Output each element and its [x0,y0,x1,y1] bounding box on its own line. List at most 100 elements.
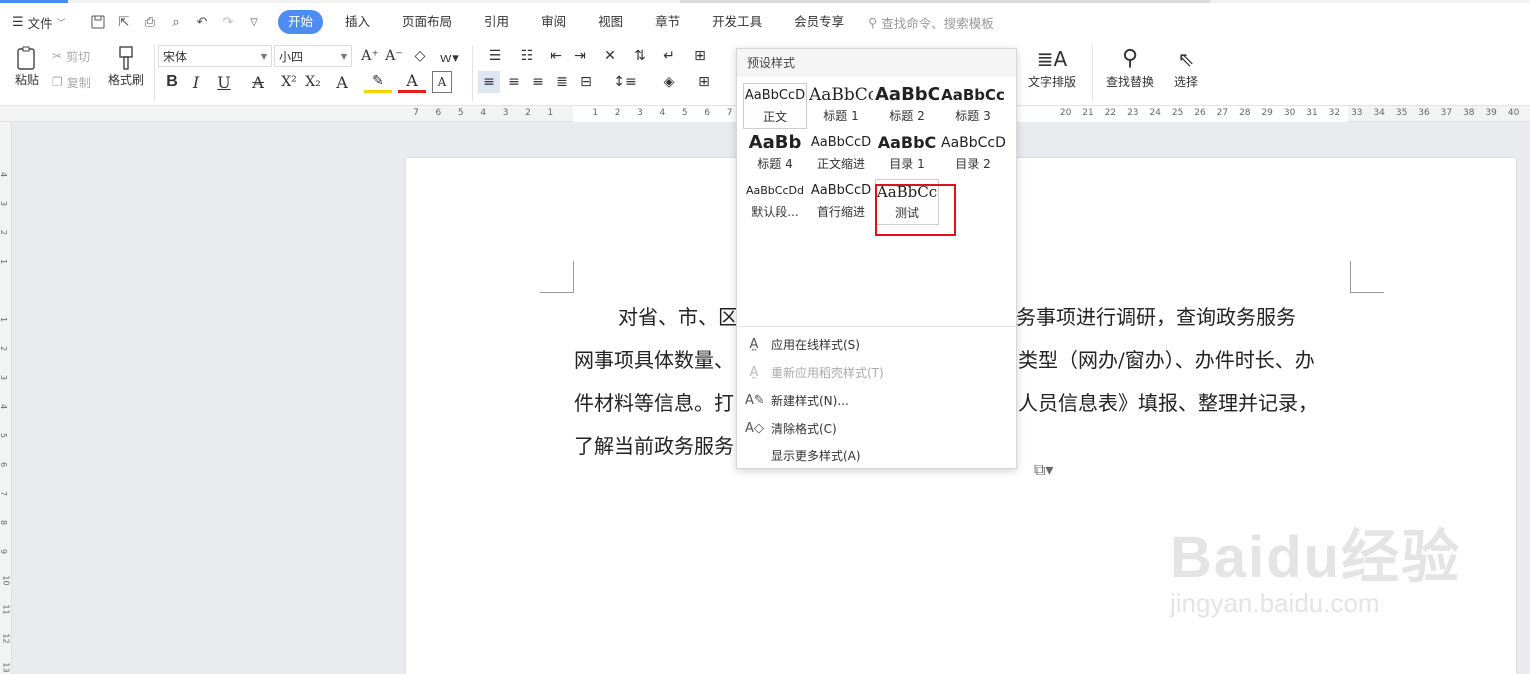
show-more-styles-item[interactable]: 显示更多样式(A) [745,444,861,466]
superscript-icon[interactable]: X² [278,71,300,93]
line-spacing-icon[interactable]: ↕≡ [610,71,640,93]
ruler-tick-label: 6 [704,108,711,118]
style-preview: AaBbCc [809,85,873,105]
tab-review[interactable]: 审阅 [525,10,582,34]
italic-icon[interactable]: I [186,71,206,93]
style-item-default-paragraph[interactable]: AaBbCcDd 默认段... [743,179,807,225]
highlight-color-icon[interactable]: ✎ [364,71,392,93]
vertical-ruler-tick-label: 1 [0,317,8,322]
cut-button[interactable]: ✂ 剪切 [52,47,90,65]
numbered-list-icon[interactable]: ☷ [512,45,542,67]
tab-page-layout[interactable]: 页面布局 [386,10,468,34]
style-item-body-indent[interactable]: AaBbCcD 正文缩进 [809,131,873,177]
tab-references[interactable]: 引用 [468,10,525,34]
redo-icon[interactable]: ↷ [218,12,238,32]
style-item-heading-2[interactable]: AaBbC 标题 2 [875,83,939,129]
style-item-first-line-indent[interactable]: AaBbCcD 首行缩进 [809,179,873,225]
scissors-icon: ✂ [52,49,63,63]
style-preview: AaBbC [877,133,937,152]
brush-icon [119,46,133,70]
decrease-indent-icon[interactable]: ⇤ [546,45,566,67]
new-style-item[interactable]: A✎ 新建样式(N)... [745,389,849,411]
style-item-body[interactable]: AaBbCcD 正文 [743,83,807,129]
style-name: 标题 3 [955,109,991,123]
clear-format-item[interactable]: A◇ 清除格式(C) [745,417,837,439]
tab-section[interactable]: 章节 [639,10,696,34]
distributed-align-icon[interactable]: ⊟ [576,71,596,93]
tab-member[interactable]: 会员专享 [778,10,860,34]
align-right-icon[interactable]: ≡ [528,71,548,93]
eraser-icon[interactable]: ◇ [410,45,430,67]
text-effect-icon[interactable]: A [328,71,356,93]
command-search[interactable]: ⚲ 查找命令、搜索模板 [868,13,994,32]
font-name-value: 宋体 [163,49,188,64]
font-size-select[interactable]: 小四 ▼ [274,45,352,67]
divider [472,45,473,101]
shrink-font-icon[interactable]: A⁻ [384,45,404,67]
select-label: 选择 [1173,75,1198,89]
align-center-icon[interactable]: ≡ [504,71,524,93]
style-preview: AaBb [748,132,802,153]
file-menu[interactable]: ☰ 文件 ﹀ [0,3,80,41]
chinese-layout-icon[interactable]: ✕ [596,45,624,67]
vertical-ruler-tick-label: 13 [1,662,11,673]
vertical-ruler-tick-label: 6 [0,462,8,467]
ruler-tick-label: 28 [1239,108,1251,118]
bold-icon[interactable]: B [162,71,182,93]
paste-options-icon[interactable]: ⧉▾ [1034,460,1053,480]
undo-icon[interactable]: ↶ [192,12,212,32]
vertical-ruler-tick-label: 4 [0,172,8,177]
pinyin-guide-icon[interactable]: ｗ▾ [434,45,464,67]
bullet-list-icon[interactable]: ☰ [480,45,510,67]
subscript-icon[interactable]: X₂ [302,71,324,93]
text-layout-button[interactable]: ≣A 文字排版 [1022,45,1082,90]
style-name: 目录 1 [889,157,925,171]
grow-font-icon[interactable]: A⁺ [360,45,380,67]
vertical-ruler-tick-label: 1 [0,259,8,264]
find-replace-button[interactable]: ⚲ 查找替换 [1100,45,1160,90]
format-painter-button[interactable]: 格式刷 [104,45,148,88]
vertical-ruler-tick-label: 2 [0,230,8,235]
apply-online-style-item[interactable]: A̤ 应用在线样式(S) [745,333,860,355]
tab-insert[interactable]: 插入 [329,10,386,34]
increase-indent-icon[interactable]: ⇥ [570,45,590,67]
tab-view[interactable]: 视图 [582,10,639,34]
style-item-heading-1[interactable]: AaBbCc 标题 1 [809,83,873,129]
font-name-select[interactable]: 宋体 ▼ [158,45,272,67]
justify-icon[interactable]: ≣ [552,71,572,93]
save-icon[interactable] [88,12,108,32]
ruler-tick-label: 6 [435,108,442,118]
borders-icon[interactable]: ⊞ [690,71,718,93]
paste-button[interactable]: 粘贴 [8,45,46,88]
customize-toolbar-icon[interactable]: ▽ [244,12,264,32]
style-item-heading-4[interactable]: AaBb 标题 4 [743,131,807,177]
style-item-toc-2[interactable]: AaBbCcD 目录 2 [941,131,1005,177]
select-button[interactable]: ⇖ 选择 [1166,45,1206,90]
tab-leader-icon[interactable]: ⊞ [690,45,710,67]
style-item-toc-1[interactable]: AaBbC 目录 1 [875,131,939,177]
baidu-watermark: Baidu经验 jingyan.baidu.com [1170,510,1461,619]
ruler-tick-label: 31 [1306,108,1318,118]
ruler-tick-label: 21 [1082,108,1094,118]
tab-home[interactable]: 开始 [278,10,324,34]
margin-corner-top-right [1350,261,1384,293]
print-preview-icon[interactable]: ⌕ [166,12,186,32]
ruler-tick-label: 37 [1440,108,1453,118]
tab-developer[interactable]: 开发工具 [696,10,778,34]
paragraph-mark-icon[interactable]: ↵ [654,45,684,67]
export-icon[interactable]: ⇱ [114,12,134,32]
cut-label: 剪切 [66,49,91,64]
shading-icon[interactable]: ◈ [654,71,684,93]
copy-button[interactable]: ❐ 复制 [52,73,91,91]
sort-icon[interactable]: ⇅ [630,45,650,67]
strikethrough-icon[interactable]: A [244,71,272,93]
font-color-icon[interactable]: A [398,71,426,93]
underline-icon[interactable]: U [210,71,238,93]
preset-styles-dropdown: 预设样式 AaBbCcD 正文 AaBbCc 标题 1 AaBbC 标题 2 A… [736,48,1017,469]
char-border-icon[interactable]: A [432,71,452,93]
search-icon: ⚲ [868,14,878,30]
menu-bar: ☰ 文件 ﹀ ⇱ ⎙ ⌕ ↶ ↷ ▽ 开始 插入 页面布局 引用 审阅 视图 章… [0,3,1530,41]
style-item-heading-3[interactable]: AaBbCc 标题 3 [941,83,1005,129]
print-icon[interactable]: ⎙ [140,12,160,32]
align-left-icon[interactable]: ≡ [478,71,500,93]
